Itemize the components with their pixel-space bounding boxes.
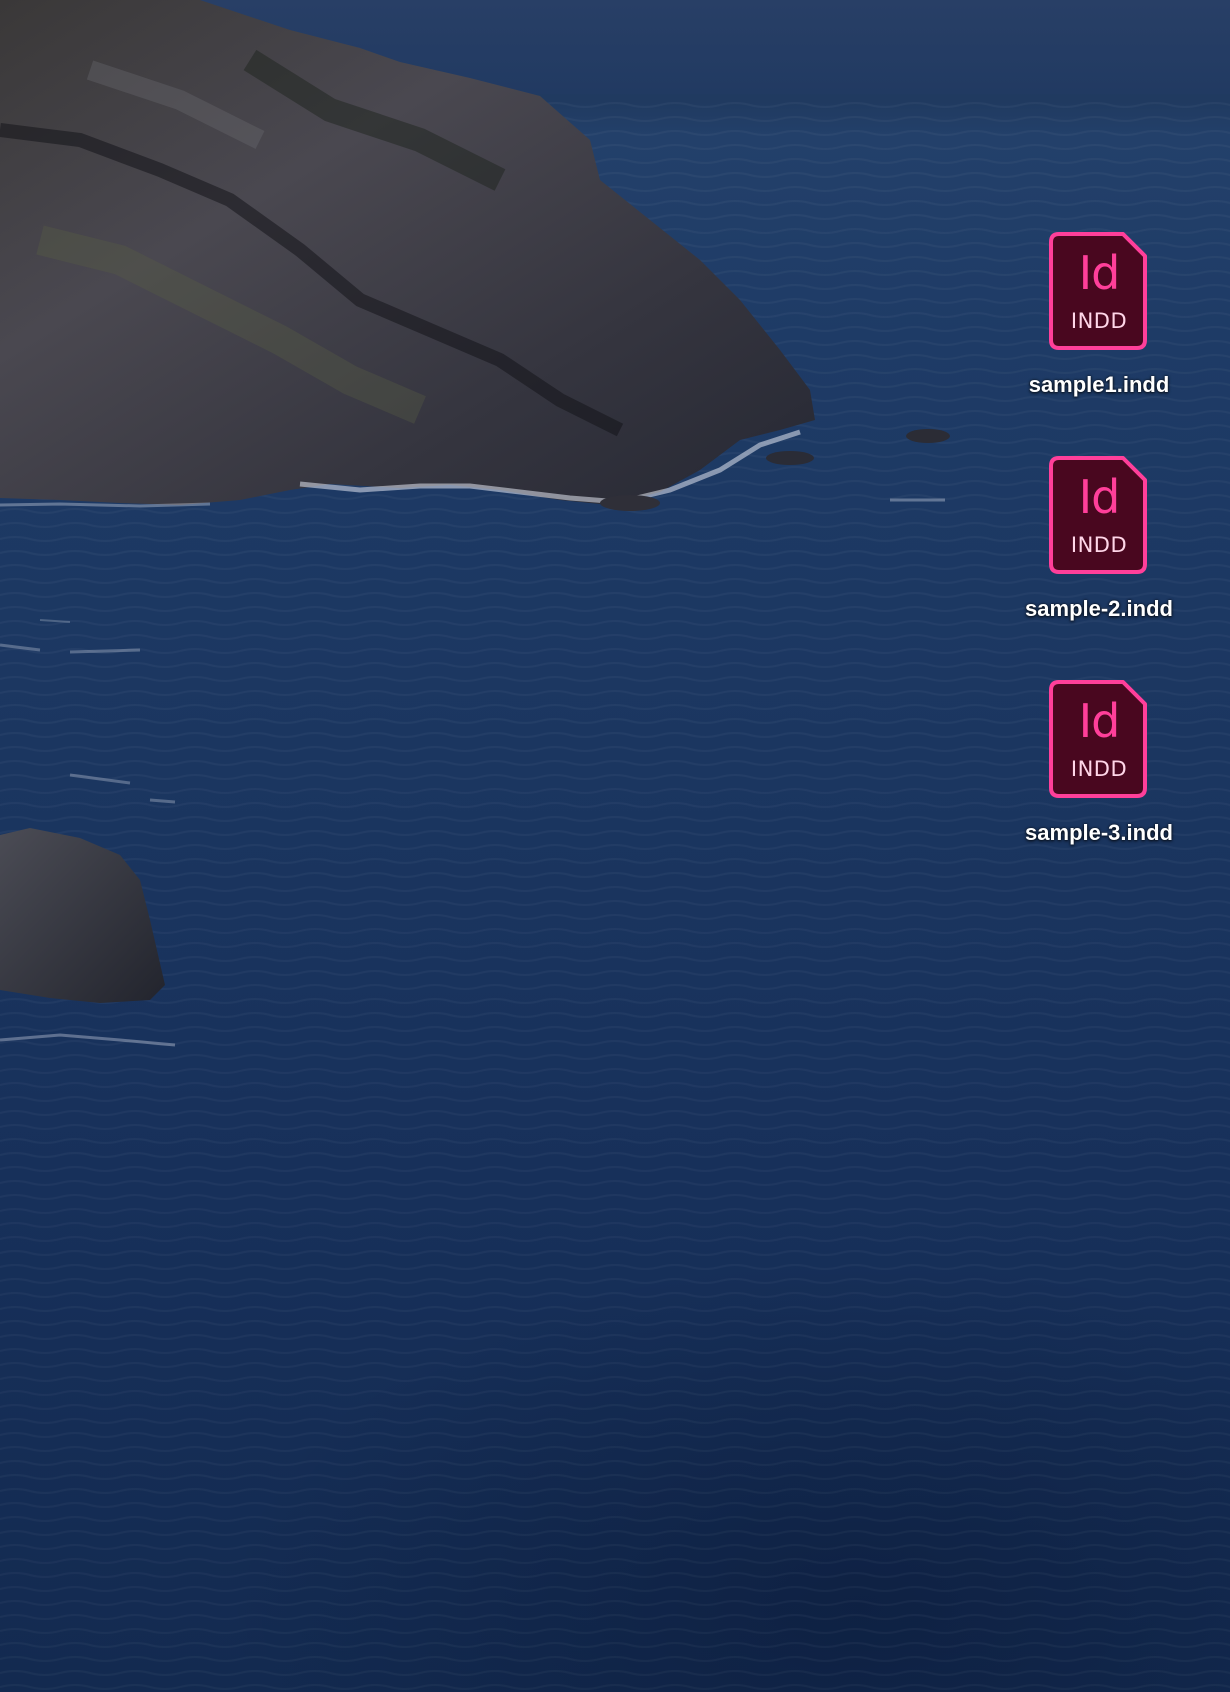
file-type-label: INDD [1070, 309, 1128, 333]
file-name-label[interactable]: sample-2.indd [1004, 596, 1194, 622]
indesign-document-icon[interactable]: Id INDD [1049, 230, 1149, 352]
file-name-label[interactable]: sample1.indd [1004, 372, 1194, 398]
app-badge: Id [1078, 246, 1121, 300]
desktop[interactable]: Id INDD sample1.indd Id INDD sample-2.in… [0, 0, 1230, 1692]
indesign-document-icon[interactable]: Id INDD [1049, 678, 1149, 800]
desktop-file-sample-3[interactable]: Id INDD sample-3.indd [1004, 678, 1194, 846]
app-badge: Id [1078, 470, 1121, 524]
desktop-file-sample-2[interactable]: Id INDD sample-2.indd [1004, 454, 1194, 622]
file-type-label: INDD [1070, 757, 1128, 781]
file-name-label[interactable]: sample-3.indd [1004, 820, 1194, 846]
file-type-label: INDD [1070, 533, 1128, 557]
desktop-file-sample1[interactable]: Id INDD sample1.indd [1004, 230, 1194, 398]
indesign-document-icon[interactable]: Id INDD [1049, 454, 1149, 576]
app-badge: Id [1078, 694, 1121, 748]
